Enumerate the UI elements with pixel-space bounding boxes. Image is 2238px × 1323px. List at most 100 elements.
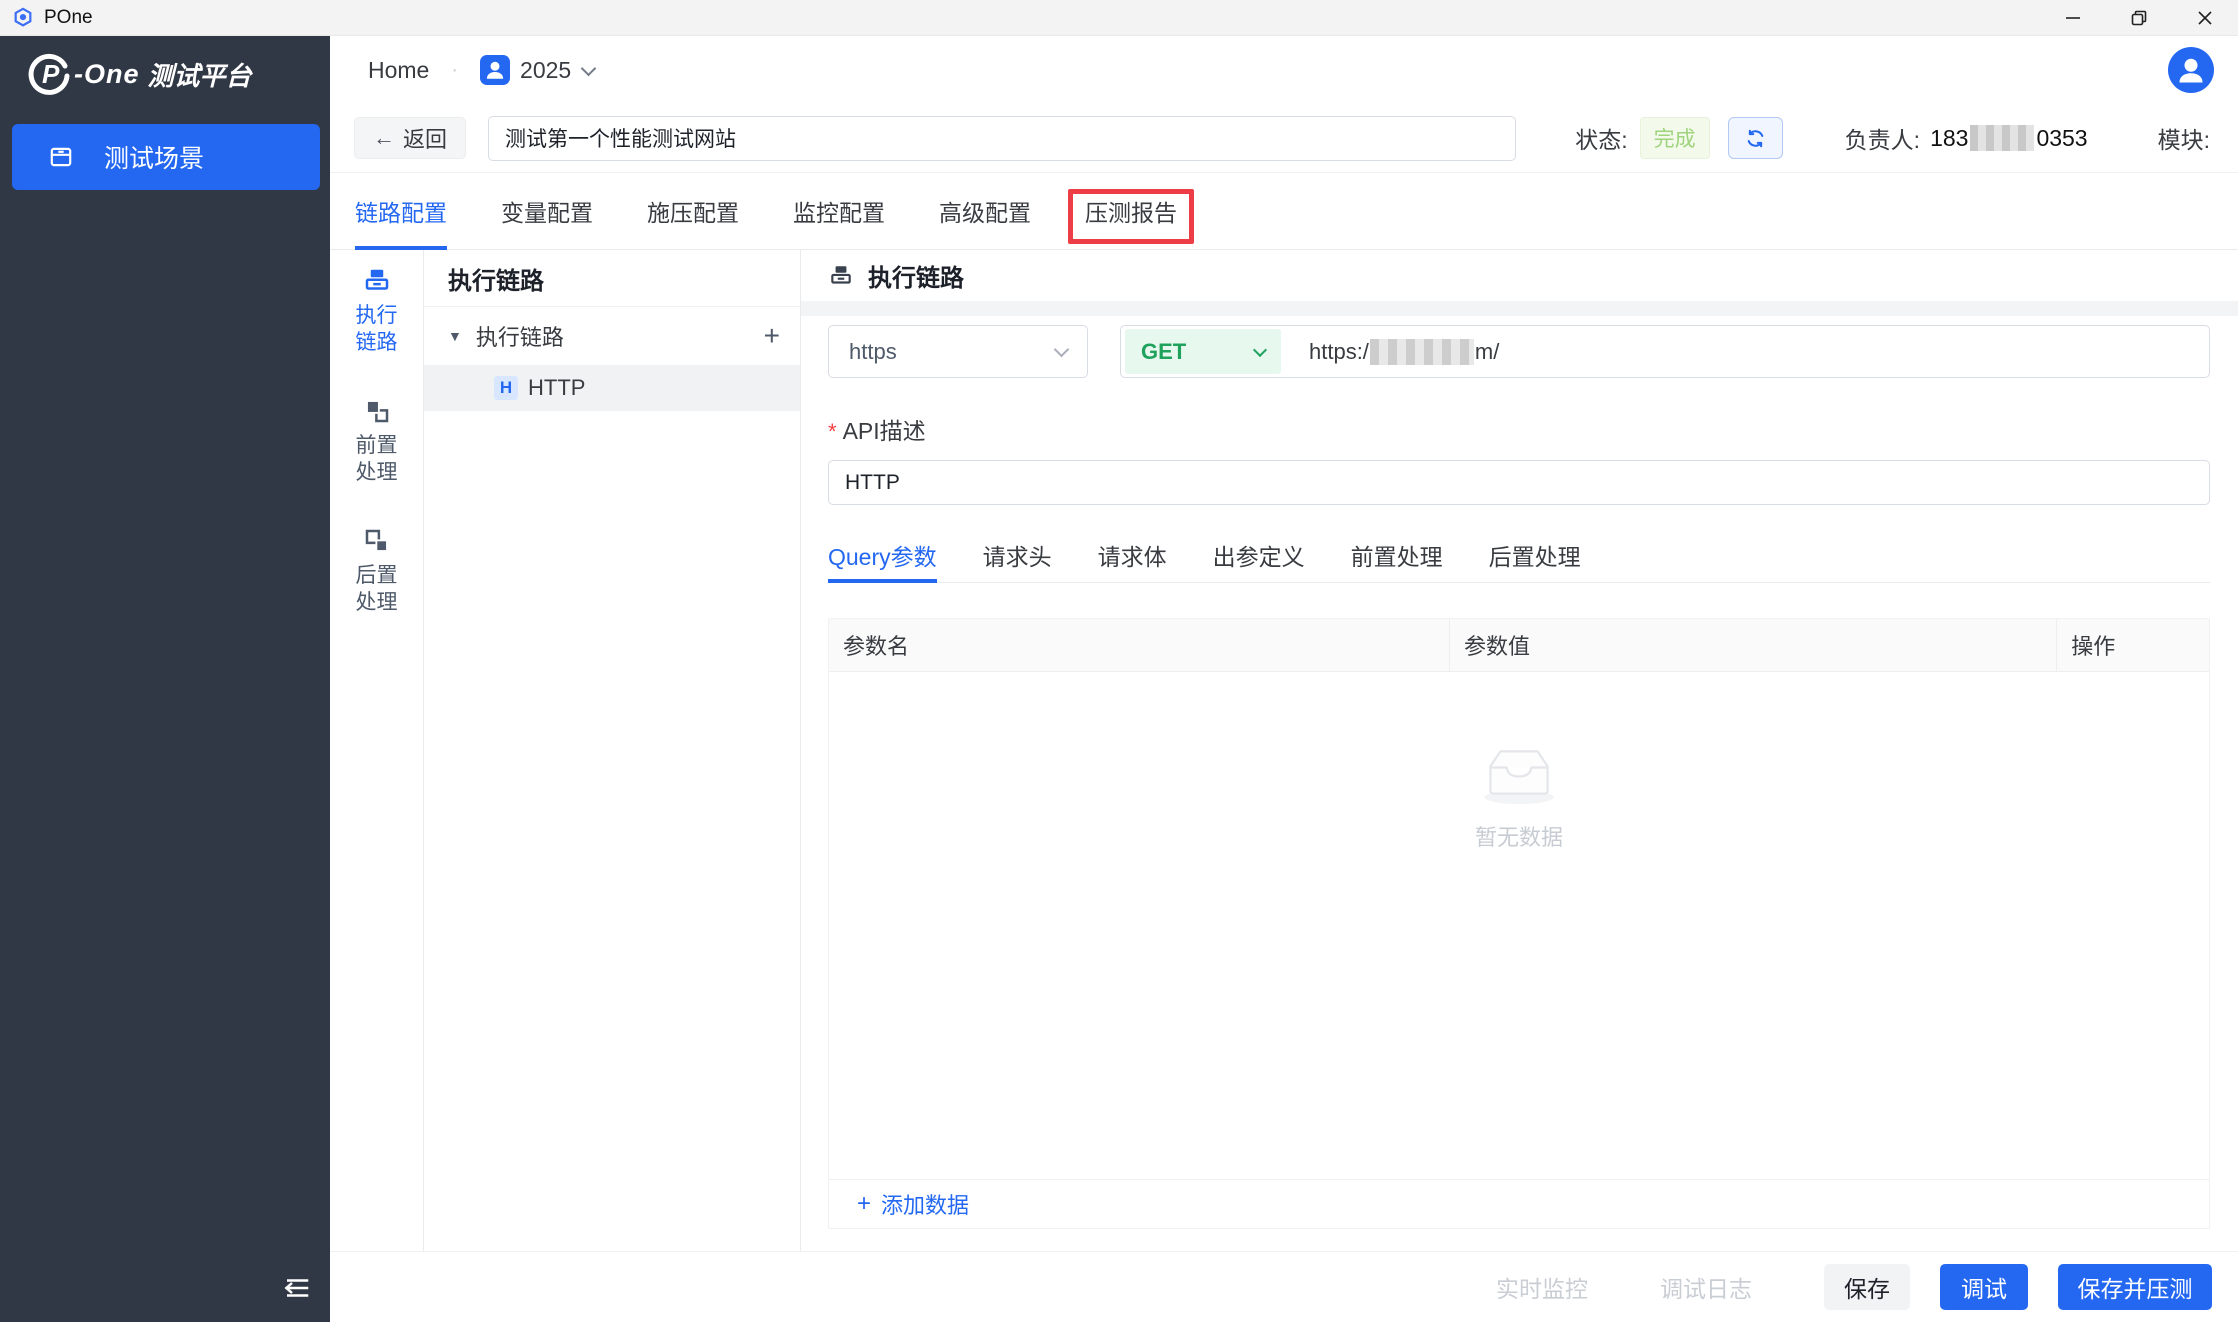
- add-data-button[interactable]: + 添加数据: [857, 1188, 969, 1220]
- tree-expand-caret-icon[interactable]: ▼: [448, 328, 462, 344]
- tab-pressure-report[interactable]: 压测报告: [1085, 173, 1177, 249]
- chevron-down-icon: [1054, 342, 1070, 358]
- tab-link-config[interactable]: 链路配置: [355, 173, 447, 249]
- tab-pressure-report-label: 压测报告: [1085, 194, 1177, 228]
- save-button[interactable]: 保存: [1824, 1264, 1910, 1310]
- tree-root-node[interactable]: ▼ 执行链路 +: [424, 307, 800, 365]
- url-suffix: m/: [1475, 339, 1499, 365]
- subtab-request-headers[interactable]: 请求头: [983, 538, 1052, 582]
- refresh-icon: [1743, 126, 1768, 151]
- status-label: 状态:: [1575, 121, 1627, 155]
- request-row: https GET https:/ m/: [828, 325, 2210, 378]
- post-process-icon: [362, 526, 392, 556]
- subtab-request-body[interactable]: 请求体: [1098, 538, 1167, 582]
- execute-link-header-icon: [828, 263, 854, 289]
- url-field[interactable]: GET https:/ m/: [1120, 325, 2210, 378]
- status-badge: 完成: [1640, 117, 1710, 159]
- subtab-query-params[interactable]: Query参数: [828, 538, 937, 582]
- tree-node-http-label: HTTP: [528, 375, 585, 401]
- column-operation: 操作: [2057, 619, 2209, 671]
- add-data-row: + 添加数据: [829, 1179, 2209, 1228]
- subtab-post-process[interactable]: 后置处理: [1489, 538, 1581, 582]
- link-tree-panel: 执行链路 ▼ 执行链路 + H HTTP: [424, 250, 801, 1251]
- empty-inbox-icon: [1478, 734, 1560, 806]
- window-controls: [2040, 0, 2238, 35]
- tree-panel-title: 执行链路: [424, 250, 800, 307]
- protocol-value: https: [849, 339, 897, 365]
- close-button[interactable]: [2172, 0, 2238, 35]
- action-footer: 实时监控 调试日志 保存 调试 保存并压测: [330, 1251, 2238, 1322]
- rail-item-pre-process[interactable]: 前置处理: [330, 396, 423, 486]
- brand-name: -One: [74, 59, 140, 90]
- window-title: POne: [44, 7, 93, 29]
- tree-node-http[interactable]: H HTTP: [424, 365, 800, 411]
- save-and-test-button[interactable]: 保存并压测: [2058, 1264, 2212, 1310]
- svg-text:P: P: [42, 59, 60, 89]
- request-editor-panel: 执行链路 https GET: [801, 250, 2238, 1251]
- chevron-down-icon: [1253, 342, 1267, 356]
- column-param-value: 参数值: [1450, 619, 2057, 671]
- sidebar-item-test-scenario[interactable]: 测试场景: [12, 124, 320, 190]
- app-logo-icon: [12, 7, 34, 29]
- breadcrumb-project[interactable]: 2025: [480, 55, 594, 85]
- scenario-name-input[interactable]: [488, 116, 1516, 161]
- owner-phone-suffix: 0353: [2036, 125, 2087, 152]
- user-avatar[interactable]: [2168, 47, 2214, 93]
- brand-logo: P -One 测试平台: [0, 36, 330, 112]
- tree-root-label: 执行链路: [476, 320, 564, 352]
- plus-icon: +: [857, 1190, 871, 1218]
- params-table-body: 暂无数据: [829, 672, 2209, 1179]
- subtab-pre-process[interactable]: 前置处理: [1351, 538, 1443, 582]
- param-subtabs: Query参数 请求头 请求体 出参定义 前置处理 后置处理: [828, 538, 2210, 583]
- scenario-toolbar: ← 返回 状态: 完成 负责人: 183: [330, 104, 2238, 173]
- realtime-monitor-button[interactable]: 实时监控: [1496, 1270, 1588, 1304]
- panel-header: 执行链路: [801, 250, 2238, 301]
- breadcrumb-home[interactable]: Home: [368, 57, 429, 84]
- refresh-status-button[interactable]: [1728, 117, 1783, 159]
- restore-button[interactable]: [2106, 0, 2172, 35]
- execute-link-icon: [362, 266, 392, 296]
- sidebar-collapse-button[interactable]: [274, 1268, 320, 1308]
- subtab-output-params[interactable]: 出参定义: [1213, 538, 1305, 582]
- rail-item-execute-link[interactable]: 执行链路: [330, 266, 423, 356]
- tab-variable-config[interactable]: 变量配置: [501, 173, 593, 249]
- method-select[interactable]: GET: [1125, 329, 1281, 374]
- back-arrow-icon: ←: [373, 125, 395, 151]
- minimize-button[interactable]: [2040, 0, 2106, 35]
- project-name: 2025: [520, 57, 571, 84]
- method-value: GET: [1141, 339, 1186, 365]
- chevron-down-icon: [581, 60, 597, 76]
- back-label: 返回: [403, 122, 447, 154]
- rail-item-post-process[interactable]: 后置处理: [330, 526, 423, 616]
- debug-button[interactable]: 调试: [1940, 1264, 2028, 1310]
- owner-field: 负责人: 183 0353: [1845, 121, 2088, 155]
- owner-phone-prefix: 183: [1930, 125, 1968, 152]
- back-button[interactable]: ← 返回: [354, 117, 466, 159]
- step-rail: 执行链路 前置处理 后置处理: [330, 250, 424, 1251]
- api-desc-input[interactable]: [828, 460, 2210, 505]
- tab-advanced-config[interactable]: 高级配置: [939, 173, 1031, 249]
- required-mark: *: [828, 419, 837, 444]
- debug-log-button[interactable]: 调试日志: [1660, 1270, 1752, 1304]
- brand-suffix: 测试平台: [148, 56, 252, 93]
- add-data-label: 添加数据: [881, 1188, 969, 1220]
- tab-pressure-config[interactable]: 施压配置: [647, 173, 739, 249]
- brand-p-icon: P: [26, 51, 72, 97]
- sidebar: P -One 测试平台 测试场景: [0, 36, 330, 1322]
- params-table: 参数名 参数值 操作 暂无数据: [828, 618, 2210, 1229]
- tab-monitor-config[interactable]: 监控配置: [793, 173, 885, 249]
- window-titlebar: POne: [0, 0, 2238, 36]
- toolbar-right: 状态: 完成 负责人: 183 0353: [1575, 117, 2210, 159]
- column-param-name: 参数名: [829, 619, 1450, 671]
- empty-text: 暂无数据: [1475, 820, 1563, 852]
- scenario-box-icon: [48, 144, 74, 170]
- owner-phone-redacted: [1970, 125, 2034, 151]
- empty-state: 暂无数据: [1475, 734, 1563, 852]
- config-tabs: 链路配置 变量配置 施压配置 监控配置 高级配置 压测报告: [330, 173, 2238, 250]
- protocol-select[interactable]: https: [828, 325, 1088, 378]
- breadcrumb-separator: ·: [451, 59, 458, 82]
- module-label: 模块:: [2158, 121, 2210, 155]
- url-redacted: [1370, 339, 1474, 365]
- topbar: Home · 2025: [330, 36, 2238, 104]
- tree-add-node-button[interactable]: +: [764, 320, 780, 352]
